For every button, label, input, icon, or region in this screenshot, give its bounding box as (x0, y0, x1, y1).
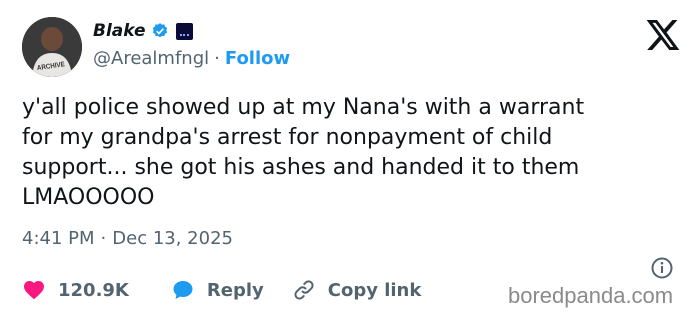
tweet-time: 4:41 PM (22, 228, 95, 249)
affiliate-badge-icon[interactable] (175, 22, 193, 40)
tweet-line: y'all police showed up at my Nana's with… (22, 95, 585, 120)
verified-badge-icon (152, 23, 167, 38)
tweet-line: for my grandpa's arrest for nonpayment o… (22, 125, 553, 150)
tweet-text: y'all police showed up at my Nana's with… (22, 93, 687, 213)
name-row: Blake (93, 21, 193, 41)
reply-bubble-icon (173, 281, 193, 299)
action-bar: 120.9K Reply Copy link (22, 278, 421, 302)
tweet-line: support... she got his ashes and handed … (22, 155, 580, 180)
copy-link-label: Copy link (327, 279, 422, 301)
reply-button[interactable]: Reply (171, 278, 264, 302)
tweet-timestamp[interactable]: 4:41 PM · Dec 13, 2025 (22, 228, 233, 249)
user-handle[interactable]: @Arealmfngl (93, 48, 209, 69)
timestamp-separator: · (100, 228, 107, 249)
x-logo-icon[interactable] (646, 20, 680, 50)
tweet-date: Dec 13, 2025 (112, 228, 233, 249)
display-name[interactable]: Blake (93, 21, 146, 41)
copy-link-button[interactable]: Copy link (292, 278, 422, 302)
handle-separator: · (214, 48, 220, 69)
avatar[interactable]: ARCHIVE (22, 17, 82, 77)
like-count: 120.9K (58, 279, 129, 301)
tweet-line: LMAOOOOO (22, 185, 155, 210)
reply-label: Reply (206, 279, 264, 301)
follow-button[interactable]: Follow (225, 48, 290, 69)
avatar-image: ARCHIVE (22, 17, 82, 77)
heart-icon (24, 281, 44, 300)
watermark: boredpanda.com (508, 283, 674, 308)
like-button[interactable]: 120.9K (22, 278, 129, 302)
link-icon (294, 280, 314, 300)
handle-row: @Arealmfngl · Follow (93, 48, 290, 69)
info-icon[interactable] (650, 256, 674, 280)
